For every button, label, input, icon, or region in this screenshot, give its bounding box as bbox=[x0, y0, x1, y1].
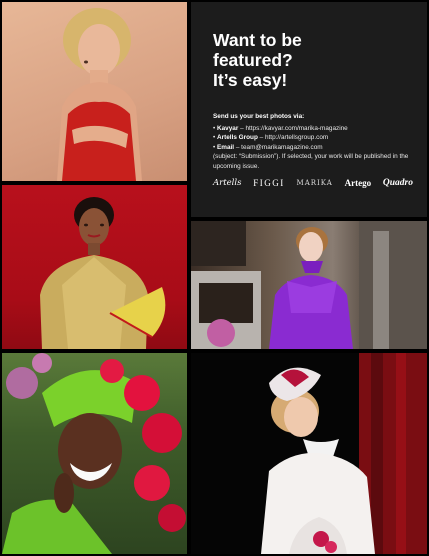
photo-woman-purple-dress-interior bbox=[191, 221, 427, 349]
photo-woman-red-dress bbox=[2, 2, 187, 181]
headline: Want to be featured? It’s easy! bbox=[213, 30, 413, 90]
logo-figgi[interactable]: FIGGI bbox=[253, 178, 285, 188]
photo-woman-gold-blouse-fan bbox=[2, 185, 187, 349]
headline-line-1: Want to be bbox=[213, 30, 302, 50]
photo-woman-purple-dress-interior-illustration bbox=[191, 221, 427, 349]
channel-artells[interactable]: • Artells Group – http://artellsgroup.co… bbox=[213, 133, 413, 143]
photo-woman-red-dress-illustration bbox=[57, 8, 142, 181]
logo-marika[interactable]: MARIKA bbox=[297, 179, 333, 187]
logo-quadro[interactable]: Quadro bbox=[383, 178, 413, 188]
headline-line-3: It’s easy! bbox=[213, 70, 288, 90]
photo-woman-green-headwrap-flowers-illustration bbox=[2, 353, 186, 554]
photo-woman-white-hat-illustration bbox=[261, 353, 427, 554]
feature-callout-panel: Want to be featured? It’s easy! Send us … bbox=[191, 2, 427, 217]
channel-kavyar[interactable]: • Kavyar – https://kavyar.com/marika-mag… bbox=[213, 124, 413, 134]
channel-kavyar-link[interactable]: – https://kavyar.com/marika-magazine bbox=[238, 125, 348, 132]
channel-email[interactable]: • Email – team@marikamagazine.com bbox=[213, 143, 413, 153]
channel-artells-label: Artells Group bbox=[217, 134, 258, 141]
partner-logos: Artells FIGGI MARIKA Artego Quadro bbox=[213, 176, 413, 190]
submission-instructions: Send us your best photos via: • Kavyar –… bbox=[213, 112, 413, 171]
channel-kavyar-label: Kavyar bbox=[217, 124, 239, 132]
photo-woman-white-hat bbox=[191, 353, 427, 554]
channel-email-address[interactable]: – team@marikamagazine.com bbox=[234, 144, 323, 151]
photo-woman-green-headwrap-flowers bbox=[2, 353, 187, 554]
logo-artego[interactable]: Artego bbox=[345, 178, 372, 188]
channel-artells-link[interactable]: – http://artellsgroup.com bbox=[258, 134, 329, 141]
channel-email-label: Email bbox=[217, 143, 235, 151]
instructions-lead: Send us your best photos via: bbox=[213, 113, 305, 120]
headline-line-2: featured? bbox=[213, 50, 293, 70]
logo-artells[interactable]: Artells bbox=[213, 178, 241, 188]
photo-woman-gold-blouse-fan-illustration bbox=[40, 197, 166, 349]
submission-note: (subject: “Submission”). If selected, yo… bbox=[213, 153, 409, 170]
